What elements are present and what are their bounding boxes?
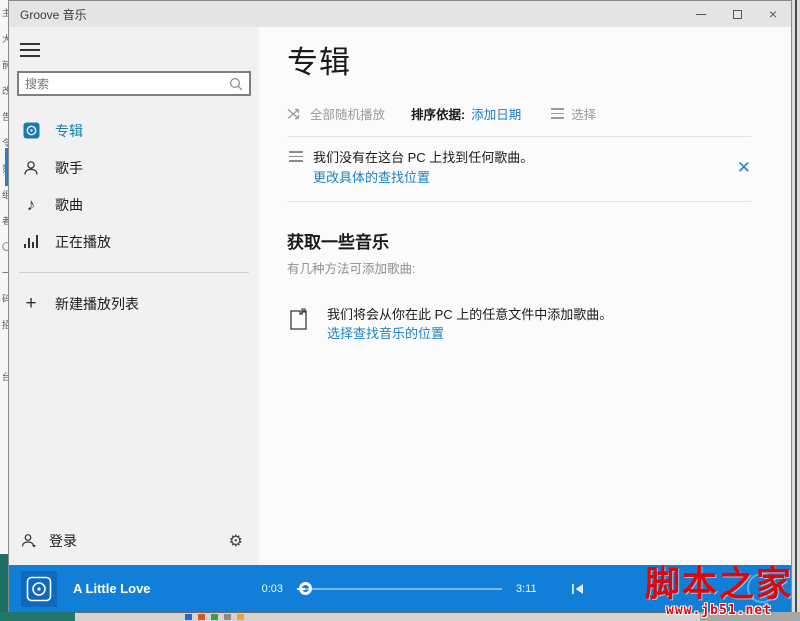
equalizer-icon: [21, 232, 41, 252]
sidebar-item-label: 正在播放: [55, 232, 111, 252]
page-title: 专辑: [287, 37, 751, 82]
sidebar-item-now-playing[interactable]: 正在播放: [9, 223, 259, 260]
main-pane: 专辑 全部随机播放 排序依据: 添加日期 选择: [259, 27, 791, 566]
mini-icon: [198, 614, 205, 620]
select-list-icon: [551, 108, 564, 119]
local-files-text: 我们将会从你在此 PC 上的任意文件中添加歌曲。: [327, 305, 612, 324]
plus-icon: +: [21, 294, 41, 314]
search-input[interactable]: [25, 77, 229, 91]
play-control-circle[interactable]: [747, 573, 777, 603]
sign-in-button[interactable]: 登录: [49, 531, 229, 551]
sidebar-item-label: 专辑: [55, 121, 83, 141]
desktop-right-sliver: [792, 0, 800, 612]
total-duration: 3:11: [516, 583, 537, 595]
groove-music-window: Groove 音乐 ×: [8, 0, 792, 612]
choose-music-location-link[interactable]: 选择查找音乐的位置: [327, 324, 612, 344]
previous-track-button[interactable]: [571, 583, 585, 595]
song-list-icon: [289, 151, 303, 162]
seek-slider[interactable]: [297, 582, 502, 596]
shuffle-all-label: 全部随机播放: [310, 104, 385, 123]
seek-track[interactable]: [297, 588, 502, 590]
mini-icon: [237, 614, 244, 620]
titlebar[interactable]: Groove 音乐 ×: [9, 1, 791, 27]
shuffle-all-button[interactable]: 全部随机播放: [287, 104, 385, 123]
divider: [287, 136, 751, 137]
search-icon[interactable]: [229, 77, 243, 91]
folder-icon: [289, 307, 311, 336]
window-title: Groove 音乐: [9, 6, 683, 23]
sidebar-footer: 登录 ⚙: [9, 526, 259, 556]
minimize-button[interactable]: [683, 1, 719, 27]
minimize-icon: [696, 14, 706, 15]
toolbar: 全部随机播放 排序依据: 添加日期 选择: [287, 104, 751, 123]
search-box[interactable]: [17, 71, 251, 96]
divider: [287, 201, 751, 202]
dismiss-notice-icon[interactable]: ✕: [737, 158, 751, 178]
change-search-location-link[interactable]: 更改具体的查找位置: [313, 168, 737, 188]
disc-icon: [26, 576, 52, 602]
settings-gear-icon[interactable]: ⚙: [229, 531, 243, 551]
shuffle-icon: [287, 108, 303, 120]
notice-text: 我们没有在这台 PC 上找到任何歌曲。: [313, 148, 737, 168]
sidebar-item-new-playlist[interactable]: + 新建播放列表: [9, 285, 259, 322]
sidebar-item-label: 歌手: [55, 158, 83, 178]
player-bar: A Little Love 0:03 3:11: [9, 565, 791, 612]
sidebar-item-albums[interactable]: 专辑: [9, 112, 259, 149]
sidebar-item-artists[interactable]: 歌手: [9, 149, 259, 186]
sort-value-link[interactable]: 添加日期: [471, 104, 521, 123]
get-music-title: 获取一些音乐: [287, 228, 751, 253]
local-files-option: 我们将会从你在此 PC 上的任意文件中添加歌曲。 选择查找音乐的位置: [287, 305, 751, 344]
taskbar-sliver-right: [700, 612, 800, 621]
sidebar-item-label: 新建播放列表: [55, 294, 139, 314]
close-button[interactable]: ×: [755, 1, 791, 27]
maximize-icon: [733, 10, 742, 19]
no-songs-notice: 我们没有在这台 PC 上找到任何歌曲。 更改具体的查找位置 ✕: [287, 148, 751, 188]
mini-icon: [211, 614, 218, 620]
hamburger-icon: [20, 43, 40, 45]
seek-handle[interactable]: [299, 582, 312, 595]
sidebar-divider: [19, 272, 249, 273]
select-label: 选择: [571, 104, 596, 123]
music-note-icon: ♪: [21, 195, 41, 215]
sidebar-item-songs[interactable]: ♪ 歌曲: [9, 186, 259, 223]
album-disc-icon: [21, 121, 41, 141]
hamburger-menu-button[interactable]: [20, 43, 42, 57]
get-music-section: 获取一些音乐 有几种方法可添加歌曲:: [287, 228, 751, 277]
mini-icon: [224, 614, 231, 620]
sort-by-label: 排序依据:: [411, 104, 465, 123]
previous-track-icon: [571, 583, 585, 595]
taskbar-mini-icons: [185, 614, 244, 620]
album-art-thumbnail[interactable]: [21, 571, 57, 607]
sign-in-icon: [21, 533, 37, 549]
get-music-subtitle: 有几种方法可添加歌曲:: [287, 258, 751, 277]
background-window-edge: [795, 0, 797, 612]
now-playing-track-title: A Little Love: [73, 581, 243, 596]
sidebar: 专辑 歌手 ♪ 歌曲: [9, 27, 259, 566]
select-button[interactable]: 选择: [551, 104, 596, 123]
maximize-button[interactable]: [719, 1, 755, 27]
elapsed-time: 0:03: [253, 583, 283, 595]
taskbar-sliver: [75, 612, 700, 621]
mini-icon: [185, 614, 192, 620]
close-icon: ×: [769, 7, 777, 21]
sidebar-nav: 专辑 歌手 ♪ 歌曲: [9, 112, 259, 322]
sidebar-item-label: 歌曲: [55, 195, 83, 215]
artist-icon: [21, 158, 41, 178]
